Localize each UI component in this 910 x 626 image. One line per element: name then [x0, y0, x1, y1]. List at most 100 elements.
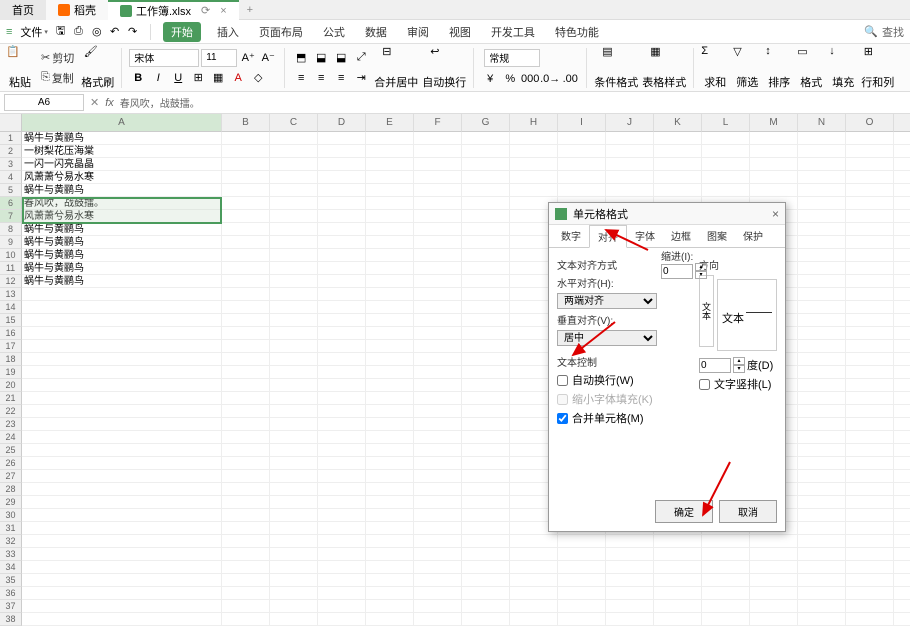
cell[interactable]: [270, 496, 318, 509]
row-header[interactable]: 38: [0, 613, 22, 626]
cell[interactable]: 风萧萧兮易水寒: [22, 171, 222, 184]
cell[interactable]: [366, 171, 414, 184]
cell[interactable]: [462, 340, 510, 353]
cell[interactable]: [462, 548, 510, 561]
cell[interactable]: [414, 470, 462, 483]
cell[interactable]: [366, 184, 414, 197]
col-header-A[interactable]: A: [22, 114, 222, 132]
cell[interactable]: [270, 301, 318, 314]
cell[interactable]: [414, 366, 462, 379]
cell[interactable]: [366, 262, 414, 275]
cell[interactable]: [462, 262, 510, 275]
preview-icon[interactable]: ◎: [92, 25, 108, 38]
cell[interactable]: [798, 353, 846, 366]
cell[interactable]: [894, 548, 910, 561]
decrease-font-button[interactable]: A⁻: [259, 49, 277, 67]
cell[interactable]: [846, 197, 894, 210]
cell[interactable]: [894, 574, 910, 587]
wrap-button[interactable]: ↩自动换行: [422, 45, 466, 90]
cell[interactable]: [270, 613, 318, 626]
cell[interactable]: [22, 613, 222, 626]
row-header[interactable]: 5: [0, 184, 22, 197]
cell[interactable]: [222, 158, 270, 171]
cell[interactable]: [414, 418, 462, 431]
cell[interactable]: [846, 405, 894, 418]
col-header-E[interactable]: E: [366, 114, 414, 132]
cell[interactable]: [606, 613, 654, 626]
cell[interactable]: 蜗牛与黄鹂鸟: [22, 184, 222, 197]
cell[interactable]: [558, 171, 606, 184]
cell[interactable]: [558, 587, 606, 600]
cell[interactable]: [462, 249, 510, 262]
row-header[interactable]: 15: [0, 314, 22, 327]
cell[interactable]: [318, 249, 366, 262]
dialog-tab-pattern[interactable]: 图案: [699, 225, 735, 247]
cell[interactable]: [798, 496, 846, 509]
cell[interactable]: [222, 522, 270, 535]
cell[interactable]: [366, 509, 414, 522]
ribbon-tab-formula[interactable]: 公式: [319, 22, 349, 42]
cell[interactable]: [414, 379, 462, 392]
wrap-checkbox[interactable]: 自动换行(W): [557, 372, 691, 388]
cell[interactable]: [558, 600, 606, 613]
cell[interactable]: 春风吹，战鼓擂。: [22, 197, 222, 210]
cell[interactable]: [750, 574, 798, 587]
cell[interactable]: [510, 574, 558, 587]
cell[interactable]: [654, 132, 702, 145]
ribbon-tab-dev[interactable]: 开发工具: [487, 22, 539, 42]
cell[interactable]: [798, 457, 846, 470]
cell[interactable]: 风萧萧兮易水寒: [22, 210, 222, 223]
cell[interactable]: [558, 145, 606, 158]
cancel-button[interactable]: 取消: [719, 500, 777, 523]
cell[interactable]: [270, 236, 318, 249]
cell[interactable]: [462, 574, 510, 587]
cell[interactable]: [22, 561, 222, 574]
row-header[interactable]: 28: [0, 483, 22, 496]
cell[interactable]: [222, 379, 270, 392]
cell[interactable]: [366, 444, 414, 457]
cell[interactable]: [558, 548, 606, 561]
cell[interactable]: [462, 483, 510, 496]
cell[interactable]: [462, 418, 510, 431]
cell[interactable]: [318, 340, 366, 353]
row-header[interactable]: 20: [0, 379, 22, 392]
row-header[interactable]: 3: [0, 158, 22, 171]
align-top-button[interactable]: ⬒: [292, 49, 310, 67]
cell[interactable]: [510, 132, 558, 145]
cell[interactable]: [366, 236, 414, 249]
cell[interactable]: [894, 197, 910, 210]
cell[interactable]: [798, 158, 846, 171]
cell[interactable]: [270, 535, 318, 548]
cell[interactable]: 蜗牛与黄鹂鸟: [22, 275, 222, 288]
cell[interactable]: [366, 158, 414, 171]
cell[interactable]: [510, 145, 558, 158]
cell[interactable]: [22, 327, 222, 340]
cell[interactable]: [22, 587, 222, 600]
col-header-K[interactable]: K: [654, 114, 702, 132]
row-header[interactable]: 10: [0, 249, 22, 262]
col-header-L[interactable]: L: [702, 114, 750, 132]
cell[interactable]: [22, 483, 222, 496]
cell[interactable]: [318, 327, 366, 340]
cell[interactable]: [798, 392, 846, 405]
cell[interactable]: [222, 483, 270, 496]
cell[interactable]: [414, 522, 462, 535]
cell[interactable]: [366, 405, 414, 418]
cell[interactable]: [318, 444, 366, 457]
cell[interactable]: [462, 470, 510, 483]
col-header-C[interactable]: C: [270, 114, 318, 132]
cell[interactable]: [846, 340, 894, 353]
indent-input[interactable]: [661, 264, 693, 279]
cell[interactable]: [270, 509, 318, 522]
cell[interactable]: [846, 392, 894, 405]
cell[interactable]: [318, 184, 366, 197]
cell[interactable]: [270, 392, 318, 405]
cell[interactable]: [846, 535, 894, 548]
col-header-B[interactable]: B: [222, 114, 270, 132]
cell[interactable]: [558, 574, 606, 587]
cell[interactable]: [894, 184, 910, 197]
cell[interactable]: [894, 262, 910, 275]
undo-icon[interactable]: ↶: [110, 25, 126, 38]
cell[interactable]: [750, 184, 798, 197]
h-align-select[interactable]: 两端对齐: [557, 293, 657, 309]
